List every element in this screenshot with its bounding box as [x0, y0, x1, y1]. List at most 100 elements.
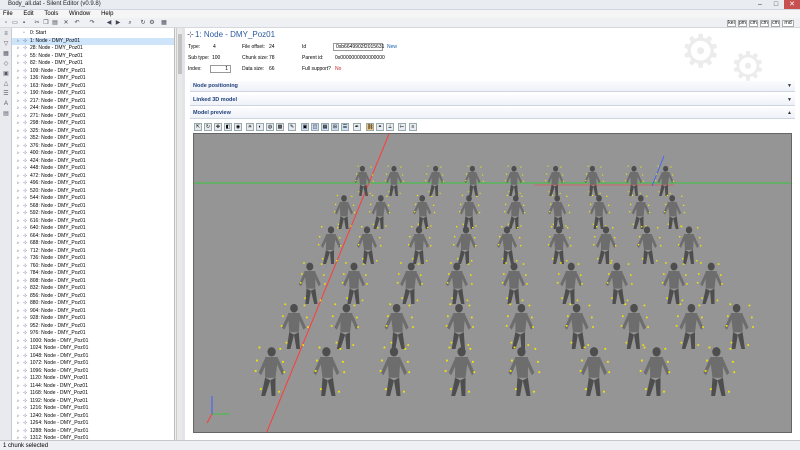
expand-arrow-icon[interactable]: ▹ [17, 143, 20, 150]
material-icon[interactable]: ◍ [266, 123, 274, 131]
expand-arrow-icon[interactable]: ▹ [17, 368, 20, 375]
select-tool-icon[interactable]: ⇱ [194, 123, 202, 131]
tree-item[interactable]: ▹ ⊹ 640: Node - DMY_Poz01 [12, 225, 174, 232]
expand-arrow-icon[interactable]: ▹ [17, 383, 20, 390]
expand-arrow-icon[interactable]: ▹ [17, 278, 20, 285]
expand-arrow-icon[interactable]: ▹ [17, 413, 20, 420]
joints-icon[interactable]: ⚭ [376, 123, 384, 131]
save-icon[interactable]: ▪ [20, 19, 28, 27]
tree-item[interactable]: ▹ ⊹ 952: Node - DMY_Poz01 [12, 323, 174, 330]
view-mode-rnd[interactable]: rnd [782, 20, 794, 27]
expand-arrow-icon[interactable]: ▹ [17, 45, 20, 52]
tree-item[interactable]: ▹ ⊹ 496: Node - DMY_Poz01 [12, 180, 174, 187]
layout-icon[interactable]: ▦ [160, 19, 168, 27]
tree-item[interactable]: ▹ ⊹ 1144: Node - DMY_Poz01 [12, 383, 174, 390]
image-icon[interactable]: ▣ [2, 70, 10, 78]
menu-tools[interactable]: Tools [44, 10, 58, 18]
filter-icon[interactable]: ▽ [2, 40, 10, 48]
text-icon[interactable]: A [2, 100, 10, 108]
tree-item[interactable]: ▹ ⊹ 664: Node - DMY_Poz01 [12, 233, 174, 240]
tree-icon[interactable]: ≡ [2, 30, 10, 38]
expand-arrow-icon[interactable]: ▹ [17, 128, 20, 135]
delete-icon[interactable]: ✕ [62, 19, 70, 27]
expand-arrow-icon[interactable]: ▹ [17, 428, 20, 435]
tree-item[interactable]: ▹ ⊹ 712: Node - DMY_Poz01 [12, 248, 174, 255]
view-mode-cm-1[interactable]: cm [749, 20, 758, 27]
tree-item[interactable]: ▹ ⊹ 616: Node - DMY_Poz01 [12, 218, 174, 225]
back-arrow-icon[interactable]: ◀ [105, 19, 113, 27]
node-icon[interactable]: ◇ [2, 60, 10, 68]
expand-arrow-icon[interactable]: ▹ [17, 248, 20, 255]
brush-dropdown-icon[interactable]: ✒ [353, 123, 361, 131]
tree-item[interactable]: ▹ ⊹ 325: Node - DMY_Poz01 [12, 128, 174, 135]
chunk-tree[interactable]: ▫ 0: Start ▹ ⊹ 1: Node - DMY_Poz01 ▹ ⊹ 28: Node… [12, 28, 175, 440]
tree-item[interactable]: ▹ ⊹ 1: Node - DMY_Poz01 [12, 37, 174, 45]
new-id-link[interactable]: New [387, 43, 397, 51]
tree-item[interactable]: ▹ ⊹ 190: Node - DMY_Poz01 [12, 90, 174, 97]
mesh-icon[interactable]: △ [2, 80, 10, 88]
tree-item[interactable]: ▹ ⊹ 109: Node - DMY_Poz01 [12, 68, 174, 75]
tree-item[interactable]: ▹ ⊹ 880: Node - DMY_Poz01 [12, 300, 174, 307]
expand-arrow-icon[interactable]: ▹ [17, 173, 20, 180]
tree-item[interactable]: ▹ ⊹ 928: Node - DMY_Poz01 [12, 315, 174, 322]
tree-item[interactable]: ▹ ⊹ 376: Node - DMY_Poz01 [12, 143, 174, 150]
expand-arrow-icon[interactable]: ▹ [17, 98, 20, 105]
tree-item[interactable]: ▹ ⊹ 400: Node - DMY_Poz01 [12, 150, 174, 157]
view-mode-pm[interactable]: pm [738, 20, 747, 27]
tree-item[interactable]: ▹ ⊹ 352: Node - DMY_Poz01 [12, 135, 174, 142]
expand-arrow-icon[interactable]: ▹ [17, 293, 20, 300]
tree-item[interactable]: ▹ ⊹ 163: Node - DMY_Poz01 [12, 83, 174, 90]
new-icon[interactable]: ▫ [2, 19, 10, 27]
expand-arrow-icon[interactable]: ▹ [17, 90, 20, 97]
open-folder-icon[interactable]: ▭ [11, 19, 19, 27]
tree-item[interactable]: ▹ ⊹ 808: Node - DMY_Poz01 [12, 278, 174, 285]
expand-arrow-icon[interactable]: ▹ [17, 53, 20, 60]
tree-item[interactable]: ▫ 0: Start [12, 30, 174, 37]
expand-arrow-icon[interactable]: ▹ [17, 390, 20, 397]
menu-file[interactable]: File [3, 10, 13, 18]
expand-arrow-icon[interactable]: ▹ [17, 135, 20, 142]
tree-item[interactable]: ▹ ⊹ 244: Node - DMY_Poz01 [12, 105, 174, 112]
view-mode-kei[interactable]: kei [727, 20, 736, 27]
paste-icon[interactable]: ▤ [51, 19, 59, 27]
expand-arrow-icon[interactable]: ▹ [17, 105, 20, 112]
index-field[interactable]: 1 [210, 65, 231, 73]
tree-item[interactable]: ▹ ⊹ 1024: Node - DMY_Poz01 [12, 345, 174, 352]
expand-arrow-icon[interactable]: ▹ [17, 233, 20, 240]
expand-arrow-icon[interactable]: ▹ [17, 188, 20, 195]
tree-item[interactable]: ▹ ⊹ 832: Node - DMY_Poz01 [12, 285, 174, 292]
tree-item[interactable]: ▹ ⊹ 976: Node - DMY_Poz01 [12, 330, 174, 337]
expand-arrow-icon[interactable]: ▹ [17, 218, 20, 225]
menu-help[interactable]: Help [101, 10, 113, 18]
expand-arrow-icon[interactable]: ▹ [17, 360, 20, 367]
camera-icon[interactable]: ◉ [234, 123, 242, 131]
tree-item[interactable]: ▹ ⊹ 1216: Node - DMY_Poz01 [12, 405, 174, 412]
cut-icon[interactable]: ✂ [33, 19, 41, 27]
refresh-icon[interactable]: ↻ [139, 19, 147, 27]
tree-item[interactable]: ▹ ⊹ 1120: Node - DMY_Poz01 [12, 375, 174, 382]
expand-arrow-icon[interactable]: ▹ [17, 225, 20, 232]
tree-item[interactable]: ▹ ⊹ 1072: Node - DMY_Poz01 [12, 360, 174, 367]
view-list-icon[interactable]: ☰ [341, 123, 349, 131]
find-icon[interactable]: ⌕ [126, 19, 134, 27]
tree-item[interactable]: ▹ ⊹ 424: Node - DMY_Poz01 [12, 158, 174, 165]
tree-item[interactable]: ▹ ⊹ 1264: Node - DMY_Poz01 [12, 420, 174, 427]
tree-item[interactable]: ▹ ⊹ 688: Node - DMY_Poz01 [12, 240, 174, 247]
expand-arrow-icon[interactable]: ▹ [17, 375, 20, 382]
expand-arrow-icon[interactable]: ▹ [17, 203, 20, 210]
tree-item[interactable]: ▹ ⊹ 760: Node - DMY_Poz01 [12, 263, 174, 270]
expand-arrow-icon[interactable]: ▹ [17, 150, 20, 157]
expand-arrow-icon[interactable]: ▹ [17, 300, 20, 307]
tree-item[interactable]: ▹ ⊹ 472: Node - DMY_Poz01 [12, 173, 174, 180]
tree-item[interactable]: ▹ ⊹ 784: Node - DMY_Poz01 [12, 270, 174, 277]
expand-arrow-icon[interactable]: ▹ [17, 210, 20, 217]
stack-icon[interactable]: ▤ [2, 110, 10, 118]
normals-icon[interactable]: ⟂ [386, 123, 394, 131]
expand-arrow-icon[interactable]: ▹ [17, 315, 20, 322]
expand-arrow-icon[interactable]: ▹ [17, 323, 20, 330]
expand-arrow-icon[interactable]: ▹ [17, 330, 20, 337]
tree-item[interactable]: ▹ ⊹ 1192: Node - DMY_Poz01 [12, 398, 174, 405]
tree-item[interactable]: ▹ ⊹ 1048: Node - DMY_Poz01 [12, 353, 174, 360]
tree-item[interactable]: ▹ ⊹ 568: Node - DMY_Poz01 [12, 203, 174, 210]
tree-item[interactable]: ▹ ⊹ 736: Node - DMY_Poz01 [12, 255, 174, 262]
